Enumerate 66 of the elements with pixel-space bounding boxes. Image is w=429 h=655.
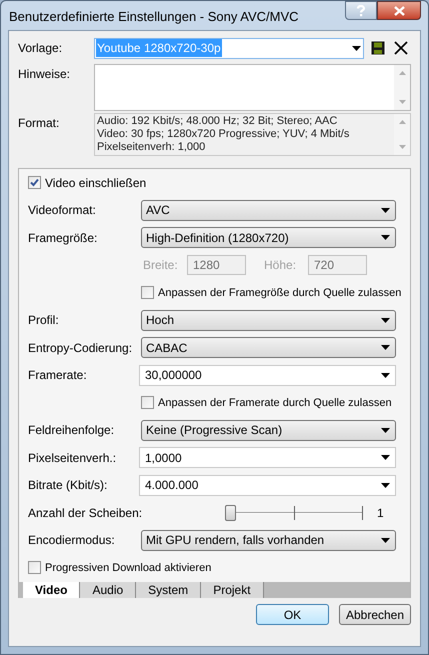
close-icon bbox=[394, 6, 404, 16]
help-button[interactable] bbox=[345, 1, 377, 20]
field-label: Framerate: bbox=[28, 367, 88, 384]
dropdown-arrow-icon bbox=[379, 206, 391, 214]
checkbox[interactable] bbox=[28, 176, 41, 190]
template-label: Vorlage: bbox=[18, 40, 64, 57]
dropdown[interactable]: CABAC bbox=[141, 337, 396, 358]
dropdown-arrow-icon bbox=[379, 316, 391, 324]
slider-track[interactable] bbox=[225, 502, 363, 523]
combo-box[interactable]: 30,000000 bbox=[139, 364, 396, 386]
dropdown-arrow-icon bbox=[379, 481, 391, 490]
field-label: Videoformat: bbox=[28, 202, 97, 220]
checkbox-label: Video einschließen bbox=[45, 174, 146, 192]
tab[interactable]: Projekt bbox=[201, 582, 264, 598]
close-button[interactable] bbox=[377, 1, 421, 20]
field-label: Framegröße: bbox=[28, 230, 98, 247]
delete-icon[interactable] bbox=[394, 41, 408, 55]
tab[interactable]: Audio bbox=[80, 582, 136, 598]
slider-thumb[interactable] bbox=[225, 504, 236, 521]
format-line: Video: 30 fps; 1280x720 Progressive; YUV; 4 Mbit/s bbox=[97, 128, 350, 141]
tab[interactable]: System bbox=[136, 582, 202, 598]
field-label: Feldreihenfolge: bbox=[28, 422, 116, 440]
dropdown[interactable]: Mit GPU rendern, falls vorhanden bbox=[141, 530, 396, 551]
field-label: Breite: bbox=[143, 257, 179, 274]
format-line: Audio: 192 Kbit/s; 48.000 Hz; 32 Bit; Stereo; AAC bbox=[97, 115, 338, 128]
help-icon bbox=[356, 4, 366, 16]
checkbox-label: Anpassen der Framegröße durch Quelle zulassen bbox=[158, 286, 402, 300]
format-label: Format: bbox=[18, 115, 60, 132]
cancel-button[interactable]: Abbrechen bbox=[339, 604, 411, 625]
field-label: Encodiermodus: bbox=[28, 532, 116, 550]
format-line: Pixelseitenverh: 1,000 bbox=[97, 141, 206, 154]
dropdown-arrow-icon bbox=[350, 44, 362, 52]
dropdown-arrow-icon bbox=[379, 454, 391, 462]
checkbox[interactable] bbox=[141, 286, 154, 300]
checkbox[interactable] bbox=[141, 396, 154, 410]
notes-label: Hinweise: bbox=[18, 66, 72, 83]
field-label: Bitrate (Kbit/s): bbox=[28, 477, 108, 494]
dropdown-arrow-icon bbox=[379, 344, 391, 352]
checkbox-label: Anpassen der Framerate durch Quelle zulassen bbox=[158, 396, 392, 410]
ok-button[interactable]: OK bbox=[256, 604, 329, 625]
tab[interactable]: Video bbox=[23, 582, 80, 598]
window-title: Benutzerdefinierte Einstellungen - Sony AVC/MVC bbox=[8, 8, 299, 26]
field-label: Höhe: bbox=[264, 257, 298, 274]
dropdown-arrow-icon bbox=[379, 426, 391, 434]
combo-box[interactable]: 1,0000 bbox=[139, 447, 396, 468]
field-label: Anzahl der Scheiben: bbox=[28, 504, 144, 522]
combo-box[interactable]: 4.000.000 bbox=[139, 474, 396, 496]
slider-value: 1 bbox=[377, 504, 384, 522]
scroll-up-icon[interactable] bbox=[398, 71, 406, 75]
scroll-down-icon[interactable] bbox=[398, 145, 406, 149]
field-label: Entropy-Codierung: bbox=[28, 340, 134, 357]
scroll-down-icon[interactable] bbox=[398, 100, 406, 104]
scroll-up-icon[interactable] bbox=[398, 120, 406, 124]
dropdown-arrow-icon bbox=[379, 371, 391, 380]
checkbox[interactable] bbox=[28, 561, 41, 574]
dropdown[interactable]: Keine (Progressive Scan) bbox=[141, 420, 396, 441]
save-icon[interactable] bbox=[371, 41, 385, 55]
dropdown-arrow-icon bbox=[379, 234, 391, 242]
notes-field[interactable] bbox=[94, 64, 411, 111]
dropdown[interactable]: AVC bbox=[141, 200, 396, 221]
dropdown[interactable]: Hoch bbox=[141, 310, 396, 331]
field-label: Pixelseitenverh.: bbox=[28, 450, 118, 467]
field-label: Profil: bbox=[28, 312, 60, 330]
dropdown-arrow-icon bbox=[379, 536, 391, 544]
dropdown[interactable]: High-Definition (1280x720) bbox=[141, 227, 396, 248]
checkbox-label: Progressiven Download aktivieren bbox=[45, 560, 212, 576]
